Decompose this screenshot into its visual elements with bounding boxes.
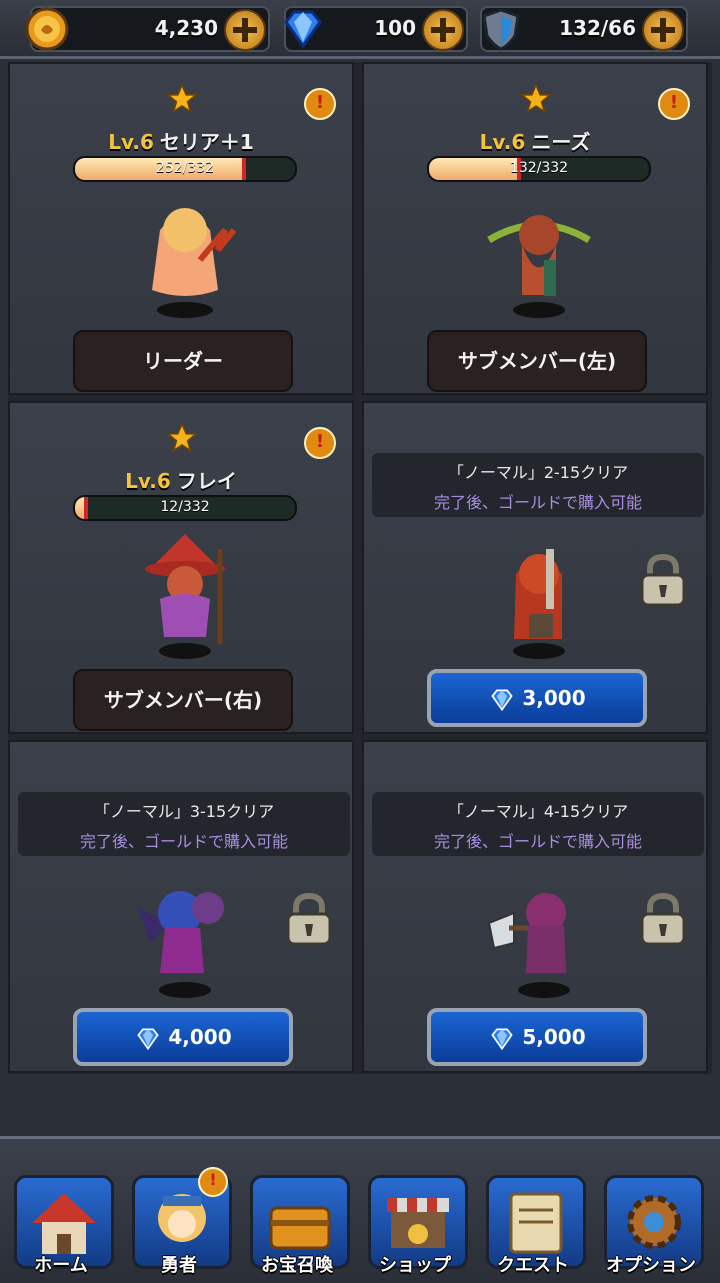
hero-card-leader[interactable]: Lv.6セリア＋1 252/332 リーダー — [8, 62, 354, 395]
hero-name: Lv.6 フレイ — [10, 465, 352, 494]
hero-sprite-demon — [138, 891, 224, 998]
nav-options-label: オプション — [606, 1255, 696, 1276]
buy-hero-button[interactable]: 3,000 — [427, 669, 647, 727]
hero-name: Lv.6 ニーズ — [364, 126, 706, 155]
unlock-condition: 「ノーマル」4-15クリア — [447, 802, 629, 821]
gem-amount: 100 — [374, 16, 416, 40]
xp-bar: 132/332 — [427, 156, 651, 182]
slot-leader-button[interactable]: リーダー — [73, 330, 293, 392]
add-stamina-button[interactable] — [642, 9, 684, 51]
add-gold-button[interactable] — [224, 9, 266, 51]
xp-bar: 12/332 — [73, 495, 297, 521]
price-label: 5,000 — [522, 1025, 586, 1049]
hero-name-text: フレイ — [176, 469, 237, 493]
slot-sub-right-button[interactable]: サブメンバー(右) — [73, 669, 293, 731]
star-icon — [519, 82, 553, 114]
unlock-note: 完了後、ゴールドで購入可能 — [433, 493, 642, 512]
buy-hero-button[interactable]: 5,000 — [427, 1008, 647, 1066]
unlock-condition: 「ノーマル」3-15クリア — [93, 802, 275, 821]
unlock-condition-box: 「ノーマル」4-15クリア 完了後、ゴールドで購入可能 — [372, 792, 704, 856]
alert-badge-icon[interactable] — [658, 88, 690, 120]
slot-sub-left-button[interactable]: サブメンバー(左) — [427, 330, 647, 392]
nav-heroes[interactable]: 勇者 — [126, 1167, 232, 1283]
nav-home-label: ホーム — [34, 1255, 88, 1276]
nav-treasure-summon-label: お宝召喚 — [261, 1255, 333, 1276]
blue-gem-icon — [491, 1028, 514, 1050]
gold-coin-icon — [25, 7, 69, 51]
bottom-navigation: ホーム 勇者 お宝召喚 ショップ クエスト オプション — [0, 1136, 720, 1283]
hero-sprite-axe-warrior — [487, 893, 570, 998]
star-icon — [165, 421, 199, 453]
price-label: 4,000 — [168, 1025, 232, 1049]
hero-name-text: セリア＋1 — [159, 130, 254, 154]
shield-icon — [482, 8, 520, 51]
blue-gem-icon — [491, 689, 514, 711]
padlock-icon — [286, 892, 332, 946]
alert-badge-icon[interactable] — [304, 88, 336, 120]
alert-badge-icon — [198, 1167, 228, 1197]
unlock-condition-box: 「ノーマル」3-15クリア 完了後、ゴールドで購入可能 — [18, 792, 350, 856]
add-gems-button[interactable] — [422, 9, 464, 51]
xp-text: 132/332 — [509, 160, 569, 176]
buy-hero-button[interactable]: 4,000 — [73, 1008, 293, 1066]
hero-level: Lv.6 — [108, 130, 154, 154]
hero-level: Lv.6 — [125, 469, 171, 493]
padlock-icon — [640, 553, 686, 607]
gold-amount: 4,230 — [154, 16, 218, 40]
stamina-amount: 132/66 — [559, 16, 636, 40]
unlock-condition-box: 「ノーマル」2-15クリア 完了後、ゴールドで購入可能 — [372, 453, 704, 517]
padlock-icon — [640, 892, 686, 946]
unlock-note: 完了後、ゴールドで購入可能 — [79, 832, 288, 851]
blue-gem-icon — [284, 10, 322, 49]
alert-badge-icon[interactable] — [304, 427, 336, 459]
party-grid: Lv.6セリア＋1 252/332 リーダー Lv.6ニーズ 132/332 サ… — [8, 62, 712, 1074]
xp-bar: 252/332 — [73, 156, 297, 182]
top-resource-bar: 4,230 100 132/66 — [0, 0, 720, 59]
hero-level: Lv.6 — [479, 130, 526, 154]
nav-shop-label: ショップ — [379, 1255, 451, 1276]
gem-counter: 100 — [284, 6, 468, 52]
star-icon — [165, 82, 199, 114]
hero-sprite-neeze — [487, 215, 591, 318]
hero-sprite-frey — [145, 534, 225, 659]
nav-shop[interactable]: ショップ — [362, 1175, 468, 1283]
locked-hero-card[interactable]: 「ノーマル」3-15クリア 完了後、ゴールドで購入可能 4,000 — [8, 740, 354, 1073]
hero-name-text: ニーズ — [531, 130, 591, 154]
hero-name: Lv.6 セリア＋1 — [10, 126, 352, 155]
hero-sprite-seria — [152, 208, 237, 318]
unlock-condition: 「ノーマル」2-15クリア — [447, 463, 629, 482]
locked-hero-card[interactable]: 「ノーマル」4-15クリア 完了後、ゴールドで購入可能 5,000 — [362, 740, 708, 1073]
stamina-counter: 132/66 — [480, 6, 688, 52]
unlock-note: 完了後、ゴールドで購入可能 — [433, 832, 642, 851]
hero-sprite-archer — [513, 549, 565, 659]
blue-gem-icon — [137, 1028, 160, 1050]
nav-treasure-summon[interactable]: お宝召喚 — [244, 1175, 350, 1283]
nav-heroes-label: 勇者 — [161, 1255, 197, 1276]
hero-card-sub-left[interactable]: Lv.6ニーズ 132/332 サブメンバー(左) — [362, 62, 708, 395]
locked-hero-card[interactable]: 「ノーマル」2-15クリア 完了後、ゴールドで購入可能 3,000 — [362, 401, 708, 734]
nav-options[interactable]: オプション — [598, 1175, 704, 1283]
price-label: 3,000 — [522, 686, 586, 710]
hero-card-sub-right[interactable]: Lv.6フレイ 12/332 サブメンバー(右) — [8, 401, 354, 734]
nav-quest-label: クエスト — [497, 1255, 569, 1276]
nav-quest[interactable]: クエスト — [480, 1175, 586, 1283]
xp-text: 12/332 — [160, 499, 210, 515]
nav-home[interactable]: ホーム — [8, 1175, 114, 1283]
gold-counter: 4,230 — [25, 6, 270, 52]
xp-text: 252/332 — [155, 160, 215, 176]
